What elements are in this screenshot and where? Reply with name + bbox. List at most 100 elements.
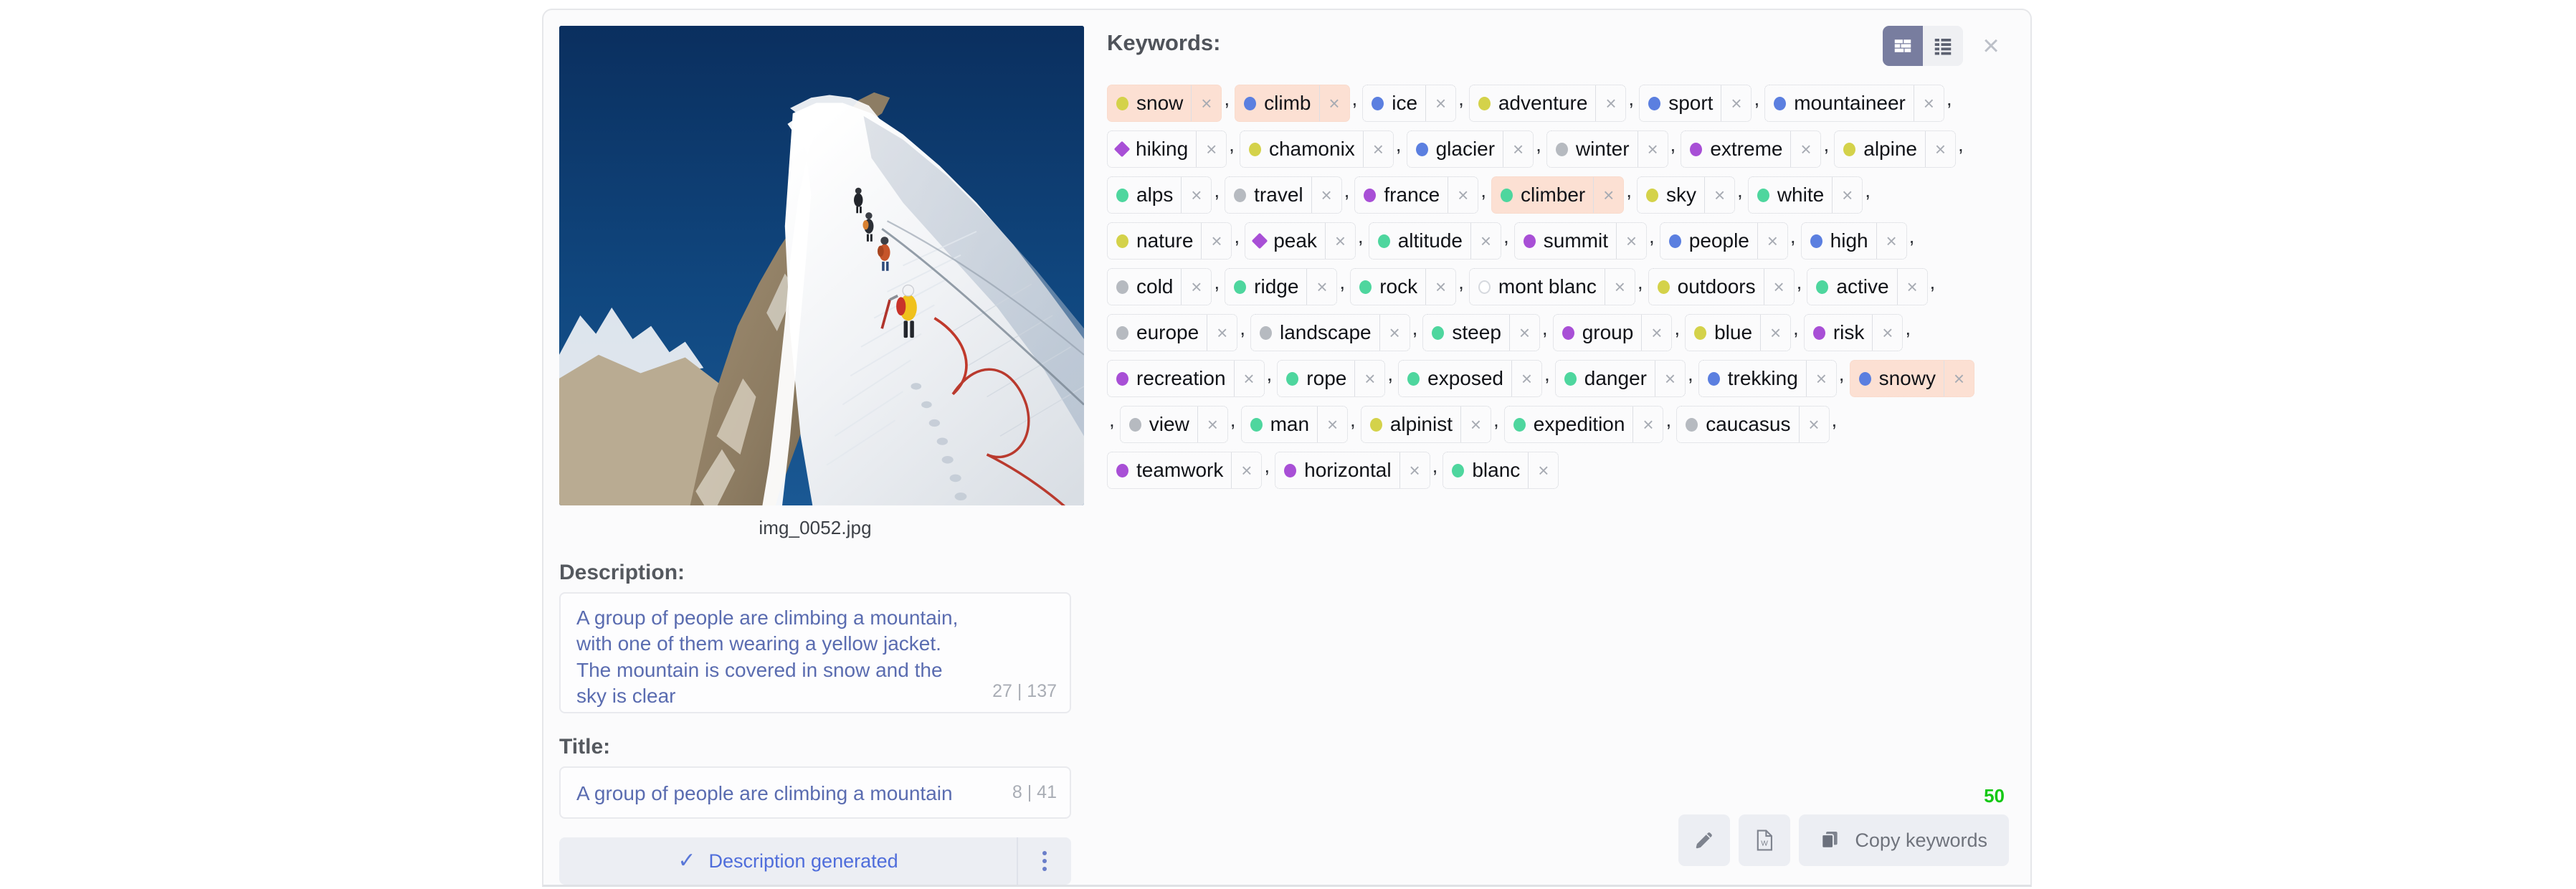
- keyword-tag[interactable]: mountaineer ×: [1764, 85, 1944, 122]
- keyword-tag[interactable]: europe ×: [1107, 314, 1238, 351]
- keyword-remove-button[interactable]: ×: [1798, 407, 1829, 442]
- keyword-tag-body[interactable]: rock: [1351, 269, 1425, 305]
- keyword-tag-body[interactable]: travel: [1225, 177, 1311, 213]
- keyword-tag[interactable]: landscape ×: [1250, 314, 1410, 351]
- keyword-remove-button[interactable]: ×: [1503, 131, 1533, 167]
- keyword-remove-button[interactable]: ×: [1721, 85, 1751, 121]
- keyword-tag[interactable]: cold ×: [1107, 268, 1212, 305]
- keyword-tag-body[interactable]: winter: [1547, 131, 1638, 167]
- keyword-tag[interactable]: ice ×: [1362, 85, 1457, 122]
- keyword-remove-button[interactable]: ×: [1637, 131, 1668, 167]
- keyword-tag[interactable]: expedition ×: [1503, 406, 1664, 443]
- keyword-tag-body[interactable]: people: [1660, 223, 1757, 259]
- keyword-tag-body[interactable]: danger: [1556, 361, 1655, 396]
- keyword-tag-body[interactable]: alpine: [1835, 131, 1925, 167]
- keyword-tag-body[interactable]: teamwork: [1108, 452, 1231, 488]
- keyword-remove-button[interactable]: ×: [1207, 315, 1237, 351]
- description-generated-button[interactable]: ✓ Description generated: [559, 837, 1018, 885]
- keyword-remove-button[interactable]: ×: [1399, 452, 1430, 488]
- export-word-button[interactable]: W: [1739, 814, 1791, 866]
- keyword-tag[interactable]: alpine ×: [1834, 130, 1956, 168]
- keyword-tag[interactable]: people ×: [1659, 222, 1788, 260]
- keyword-tag-body[interactable]: summit: [1515, 223, 1616, 259]
- description-options-button[interactable]: [1018, 837, 1071, 885]
- keyword-tag-body[interactable]: nature: [1108, 223, 1201, 259]
- keyword-remove-button[interactable]: ×: [1425, 269, 1455, 305]
- keyword-remove-button[interactable]: ×: [1311, 177, 1341, 213]
- image-thumbnail[interactable]: [559, 26, 1084, 505]
- keyword-tag-body[interactable]: recreation: [1108, 361, 1234, 396]
- keyword-tag[interactable]: risk ×: [1803, 314, 1904, 351]
- keyword-tag[interactable]: high ×: [1800, 222, 1907, 260]
- keyword-tag[interactable]: blue ×: [1685, 314, 1792, 351]
- keyword-tag[interactable]: white ×: [1747, 176, 1863, 214]
- keyword-tag-body[interactable]: man: [1242, 407, 1317, 442]
- description-field[interactable]: A group of people are climbing a mountai…: [559, 591, 1071, 713]
- keyword-tag[interactable]: sport ×: [1639, 85, 1752, 122]
- keyword-tag-body[interactable]: mont blanc: [1470, 269, 1605, 305]
- keyword-remove-button[interactable]: ×: [1362, 131, 1393, 167]
- keyword-tag[interactable]: horizontal ×: [1275, 452, 1430, 489]
- keyword-tag[interactable]: group ×: [1552, 314, 1673, 351]
- keyword-remove-button[interactable]: ×: [1805, 361, 1836, 396]
- keyword-tag-body[interactable]: alpinist: [1361, 407, 1460, 442]
- keyword-tag-body[interactable]: sky: [1638, 177, 1704, 213]
- keyword-tag[interactable]: rope ×: [1277, 360, 1386, 397]
- keyword-tag[interactable]: hiking ×: [1107, 130, 1227, 168]
- keyword-tag-body[interactable]: hiking: [1108, 131, 1196, 167]
- keyword-tag-body[interactable]: snow: [1108, 85, 1191, 121]
- keyword-tag[interactable]: france ×: [1354, 176, 1479, 214]
- keyword-remove-button[interactable]: ×: [1925, 131, 1955, 167]
- keyword-tag-body[interactable]: group: [1554, 315, 1642, 351]
- keyword-tag-body[interactable]: snowy: [1850, 361, 1944, 396]
- keyword-remove-button[interactable]: ×: [1760, 315, 1790, 351]
- keyword-remove-button[interactable]: ×: [1317, 407, 1347, 442]
- keyword-remove-button[interactable]: ×: [1641, 315, 1671, 351]
- keyword-tag-body[interactable]: peak: [1245, 223, 1325, 259]
- keyword-tag-body[interactable]: rope: [1278, 361, 1354, 396]
- keyword-remove-button[interactable]: ×: [1593, 177, 1623, 213]
- keyword-tag-body[interactable]: france: [1355, 177, 1448, 213]
- keyword-tag-body[interactable]: ridge: [1225, 269, 1306, 305]
- list-view-button[interactable]: [1923, 26, 1963, 66]
- keyword-tag-body[interactable]: sport: [1640, 85, 1721, 121]
- keyword-tag-body[interactable]: blanc: [1443, 452, 1528, 488]
- keyword-remove-button[interactable]: ×: [1233, 361, 1264, 396]
- keyword-tag[interactable]: chamonix ×: [1239, 130, 1394, 168]
- keyword-tag-body[interactable]: expedition: [1505, 407, 1633, 442]
- keyword-remove-button[interactable]: ×: [1448, 177, 1478, 213]
- keyword-remove-button[interactable]: ×: [1632, 407, 1663, 442]
- keyword-tag[interactable]: mont blanc ×: [1468, 268, 1635, 305]
- keyword-tag-body[interactable]: landscape: [1251, 315, 1379, 351]
- keyword-remove-button[interactable]: ×: [1876, 223, 1906, 259]
- keyword-tag-body[interactable]: mountaineer: [1765, 85, 1914, 121]
- keyword-tag-body[interactable]: view: [1121, 407, 1197, 442]
- keyword-tag-body[interactable]: climb: [1235, 85, 1318, 121]
- keyword-tag[interactable]: steep ×: [1422, 314, 1540, 351]
- keyword-tag[interactable]: teamwork ×: [1107, 452, 1263, 489]
- keyword-remove-button[interactable]: ×: [1470, 223, 1501, 259]
- keyword-remove-button[interactable]: ×: [1181, 177, 1211, 213]
- keyword-remove-button[interactable]: ×: [1425, 85, 1455, 121]
- keyword-tag-body[interactable]: high: [1802, 223, 1876, 259]
- keyword-tag-body[interactable]: horizontal: [1275, 452, 1399, 488]
- keyword-remove-button[interactable]: ×: [1318, 85, 1349, 121]
- keyword-tag-body[interactable]: exposed: [1399, 361, 1511, 396]
- keyword-tag-body[interactable]: outdoors: [1649, 269, 1764, 305]
- keyword-tag[interactable]: travel ×: [1225, 176, 1342, 214]
- keyword-remove-button[interactable]: ×: [1231, 452, 1261, 488]
- keyword-tag[interactable]: climber ×: [1491, 176, 1625, 214]
- keyword-tag[interactable]: trekking ×: [1698, 360, 1837, 397]
- keyword-tag[interactable]: ridge ×: [1225, 268, 1338, 305]
- keyword-tag-body[interactable]: steep: [1423, 315, 1509, 351]
- keyword-remove-button[interactable]: ×: [1616, 223, 1646, 259]
- keyword-tag[interactable]: alpinist ×: [1360, 406, 1491, 443]
- keyword-tag-body[interactable]: adventure: [1470, 85, 1596, 121]
- keyword-remove-button[interactable]: ×: [1943, 361, 1974, 396]
- keyword-tag-body[interactable]: alps: [1108, 177, 1181, 213]
- keyword-remove-button[interactable]: ×: [1595, 85, 1625, 121]
- keyword-tag[interactable]: winter ×: [1546, 130, 1668, 168]
- keyword-remove-button[interactable]: ×: [1872, 315, 1902, 351]
- keyword-remove-button[interactable]: ×: [1508, 315, 1539, 351]
- keyword-tag[interactable]: recreation ×: [1107, 360, 1265, 397]
